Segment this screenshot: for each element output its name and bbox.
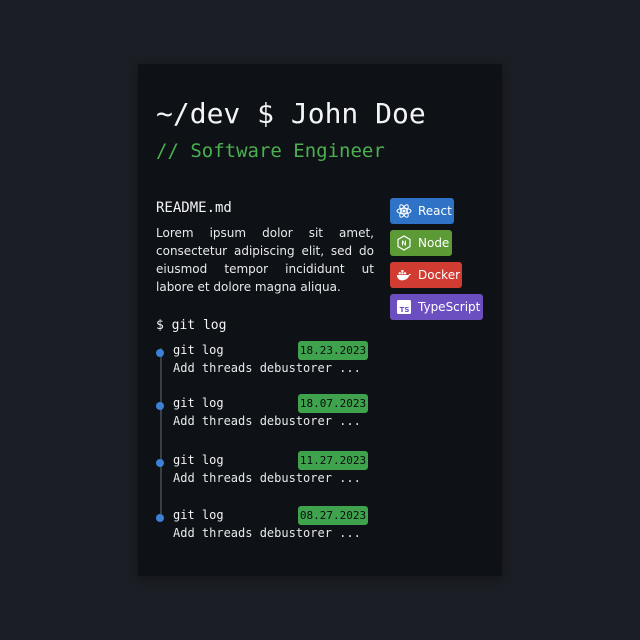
readme-title[interactable]: README.md: [156, 200, 232, 216]
svg-text:TS: TS: [400, 306, 410, 314]
tag-label: React: [418, 204, 452, 218]
gitlog-title: $ git log: [156, 318, 227, 333]
typescript-icon: TS: [396, 299, 412, 315]
docker-icon: [396, 267, 412, 283]
tag-react[interactable]: React: [390, 198, 454, 224]
commit-item[interactable]: git log 08.27.2023 Add threads debustore…: [156, 506, 376, 548]
commit-dot-icon: [156, 459, 164, 467]
commit-date-badge: 08.27.2023: [298, 506, 368, 525]
commit-dot-icon: [156, 402, 164, 410]
commit-label: git log: [173, 508, 224, 522]
commit-label: git log: [173, 343, 224, 357]
commit-message: Add threads debustorer ...: [173, 471, 361, 485]
commit-date-badge: 18.07.2023: [298, 394, 368, 413]
commit-item[interactable]: git log 18.07.2023 Add threads debustore…: [156, 394, 376, 436]
commit-message: Add threads debustorer ...: [173, 361, 361, 375]
commit-dot-icon: [156, 349, 164, 357]
tag-label: TypeScript: [418, 300, 481, 314]
commit-message: Add threads debustorer ...: [173, 414, 361, 428]
node-icon: [396, 235, 412, 251]
commit-label: git log: [173, 453, 224, 467]
commit-item[interactable]: git log 11.27.2023 Add threads debustore…: [156, 451, 376, 493]
commit-message: Add threads debustorer ...: [173, 526, 361, 540]
commit-item[interactable]: git log 18.23.2023 Add threads debustore…: [156, 341, 376, 383]
tag-label: Docker: [418, 268, 461, 282]
commit-date-badge: 18.23.2023: [298, 341, 368, 360]
commit-dot-icon: [156, 514, 164, 522]
profile-card: ~/dev $ John Doe // Software Engineer RE…: [138, 64, 502, 576]
commit-date-badge: 11.27.2023: [298, 451, 368, 470]
tag-node[interactable]: Node: [390, 230, 452, 256]
page-title: ~/dev $ John Doe: [156, 97, 426, 130]
page-subtitle: // Software Engineer: [156, 140, 385, 162]
tag-label: Node: [418, 236, 450, 250]
tag-docker[interactable]: Docker: [390, 262, 462, 288]
tag-typescript[interactable]: TS TypeScript: [390, 294, 483, 320]
readme-body: Lorem ipsum dolor sit amet, consectetur …: [156, 226, 374, 294]
react-icon: [396, 203, 412, 219]
commit-label: git log: [173, 396, 224, 410]
